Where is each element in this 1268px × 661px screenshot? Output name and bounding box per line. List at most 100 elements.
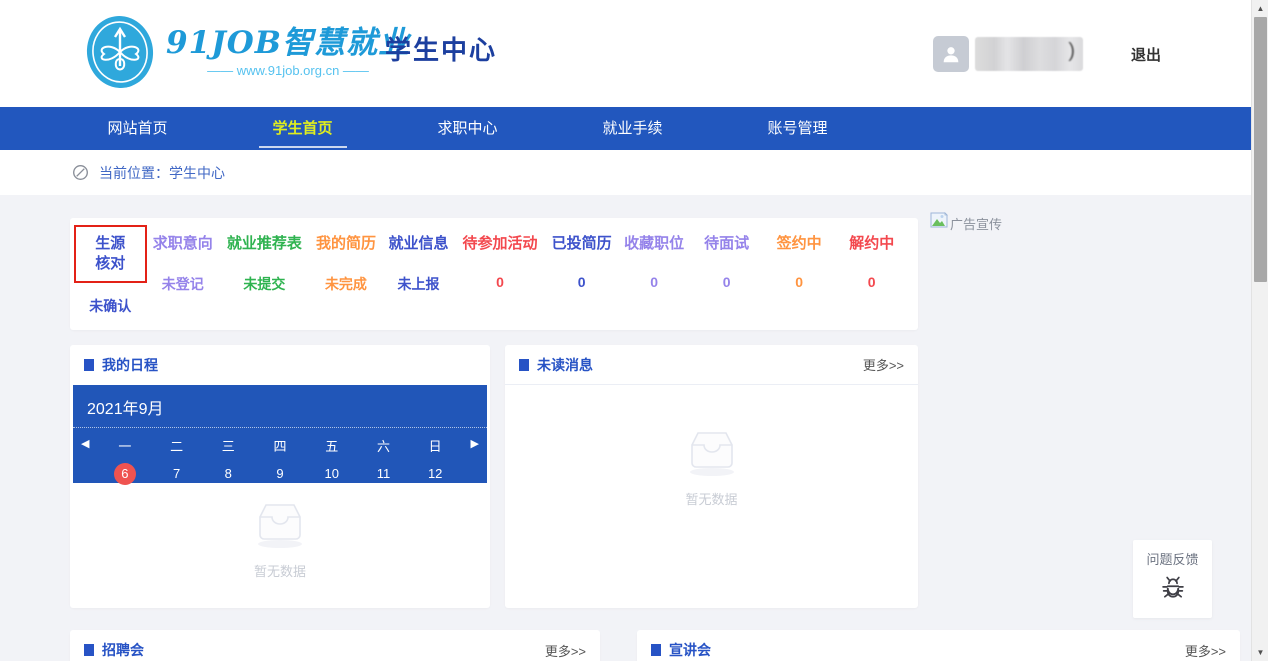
section-bullet-icon xyxy=(651,644,661,656)
status-col-submitted-resumes: 已投简历 0 xyxy=(545,234,618,316)
ad-alt-text: 广告宣传 xyxy=(950,214,1002,233)
status-value-terminating[interactable]: 0 xyxy=(835,274,908,290)
selected-date-badge: 6 xyxy=(114,463,136,485)
ad-banner-broken-image[interactable]: 广告宣传 xyxy=(930,212,1002,233)
nav-item-label: 学生首页 xyxy=(272,120,332,137)
status-label-my-resume[interactable]: 我的简历 xyxy=(316,234,376,254)
schedule-empty-state: 暂无数据 xyxy=(70,499,490,580)
calendar-date-row: 6 7 8 9 10 11 12 xyxy=(99,463,461,485)
status-label-favorite-jobs[interactable]: 收藏职位 xyxy=(624,234,684,254)
calendar-date-selected[interactable]: 6 xyxy=(99,463,151,485)
scroll-down-arrow[interactable]: ▼ xyxy=(1252,644,1268,661)
status-value-employment-info[interactable]: 未上报 xyxy=(382,274,455,294)
scroll-up-arrow[interactable]: ▲ xyxy=(1252,0,1268,17)
redacted-mark: ) xyxy=(1068,40,1075,63)
calendar-date[interactable]: 11 xyxy=(358,463,410,485)
status-value-source-check[interactable]: 未确认 xyxy=(74,296,147,316)
logo-title: 91JOB智慧就业 xyxy=(166,26,410,60)
status-label-employment-info[interactable]: 就业信息 xyxy=(388,234,448,254)
status-col-employment-info: 就业信息 未上报 xyxy=(382,234,455,316)
weekday-thu: 四 xyxy=(254,436,306,455)
job-fair-card: 招聘会 更多>> xyxy=(70,630,600,661)
student-center-page: 91JOB智慧就业 —— www.91job.org.cn —— 学生中心 ) … xyxy=(0,0,1251,661)
status-col-my-resume: 我的简历 未完成 xyxy=(310,234,383,316)
status-value-submitted-resumes[interactable]: 0 xyxy=(545,274,618,290)
status-label-recommendation-form[interactable]: 就业推荐表 xyxy=(227,234,302,254)
user-icon xyxy=(940,43,962,65)
compass-icon xyxy=(72,164,89,181)
status-col-signing: 签约中 0 xyxy=(763,234,836,316)
info-session-more-link[interactable]: 更多>> xyxy=(1185,641,1226,660)
calendar: 2021年9月 一 二 三 四 五 六 日 6 7 8 xyxy=(73,385,487,483)
vertical-scrollbar[interactable]: ▲ ▼ xyxy=(1251,0,1268,661)
nav-item-employment-procedures[interactable]: 就业手续 xyxy=(550,107,715,150)
status-label-pending-interviews[interactable]: 待面试 xyxy=(704,234,749,254)
weekday-sun: 日 xyxy=(409,436,461,455)
page-title: 学生中心 xyxy=(385,30,497,67)
messages-title: 未读消息 xyxy=(537,355,593,375)
info-session-card: 宣讲会 更多>> xyxy=(637,630,1240,661)
avatar[interactable] xyxy=(933,36,969,72)
calendar-grid: 一 二 三 四 五 六 日 6 7 8 9 10 11 xyxy=(73,428,487,485)
weekday-fri: 五 xyxy=(306,436,358,455)
status-label-job-intention[interactable]: 求职意向 xyxy=(153,234,213,254)
nav-item-site-home[interactable]: 网站首页 xyxy=(55,107,220,150)
status-value-recommendation-form[interactable]: 未提交 xyxy=(219,274,310,294)
status-value-pending-interviews[interactable]: 0 xyxy=(690,274,763,290)
calendar-next-arrow[interactable]: ▶ xyxy=(471,437,479,450)
bug-icon xyxy=(1158,574,1188,602)
messages-empty-state: 暂无数据 xyxy=(505,427,918,508)
messages-more-link[interactable]: 更多>> xyxy=(863,355,904,374)
nav-item-student-home[interactable]: 学生首页 xyxy=(220,107,385,150)
weekday-mon: 一 xyxy=(99,436,151,455)
site-header: 91JOB智慧就业 —— www.91job.org.cn —— 学生中心 ) … xyxy=(0,0,1251,107)
status-row: 生源核对 未确认 求职意向 未登记 就业推荐表 未提交 我的简历 未完成 就业信… xyxy=(74,234,908,316)
section-bullet-icon xyxy=(84,359,94,371)
weekday-wed: 三 xyxy=(202,436,254,455)
messages-card: 未读消息 更多>> 暂无数据 xyxy=(505,345,918,608)
empty-inbox-icon xyxy=(680,427,744,479)
calendar-date[interactable]: 10 xyxy=(306,463,358,485)
section-bullet-icon xyxy=(84,644,94,656)
feedback-label: 问题反馈 xyxy=(1133,549,1212,568)
site-logo[interactable]: 91JOB智慧就业 —— www.91job.org.cn —— xyxy=(84,14,410,90)
status-label-source-check[interactable]: 生源核对 xyxy=(74,225,147,283)
schedule-card: 我的日程 2021年9月 一 二 三 四 五 六 日 6 xyxy=(70,345,490,608)
username-redacted: ) xyxy=(975,37,1083,71)
main-content: 生源核对 未确认 求职意向 未登记 就业推荐表 未提交 我的简历 未完成 就业信… xyxy=(0,195,1251,661)
calendar-month: 2021年9月 xyxy=(73,385,487,427)
status-label-signing[interactable]: 签约中 xyxy=(777,234,822,254)
weekday-tue: 二 xyxy=(151,436,203,455)
calendar-date[interactable]: 9 xyxy=(254,463,306,485)
status-value-favorite-jobs[interactable]: 0 xyxy=(618,274,691,290)
status-label-pending-activities[interactable]: 待参加活动 xyxy=(463,234,538,254)
status-value-job-intention[interactable]: 未登记 xyxy=(147,274,220,294)
logo-url: —— www.91job.org.cn —— xyxy=(207,63,369,78)
status-col-source-check: 生源核对 未确认 xyxy=(74,234,147,316)
status-col-pending-interviews: 待面试 0 xyxy=(690,234,763,316)
main-nav: 网站首页 学生首页 求职中心 就业手续 账号管理 xyxy=(0,107,1251,150)
logout-button[interactable]: 退出 xyxy=(1131,44,1161,65)
scrollbar-thumb[interactable] xyxy=(1254,17,1267,282)
status-label-submitted-resumes[interactable]: 已投简历 xyxy=(552,234,612,254)
empty-text: 暂无数据 xyxy=(685,489,737,508)
nav-item-account-management[interactable]: 账号管理 xyxy=(715,107,880,150)
calendar-prev-arrow[interactable]: ◀ xyxy=(81,437,89,450)
job-fair-header: 招聘会 更多>> xyxy=(70,630,600,661)
nav-item-job-center[interactable]: 求职中心 xyxy=(385,107,550,150)
calendar-date[interactable]: 8 xyxy=(202,463,254,485)
feedback-widget[interactable]: 问题反馈 xyxy=(1133,540,1212,618)
status-label-terminating[interactable]: 解约中 xyxy=(849,234,894,254)
status-value-signing[interactable]: 0 xyxy=(763,274,836,290)
calendar-date[interactable]: 12 xyxy=(409,463,461,485)
user-area: ) 退出 xyxy=(933,36,1161,72)
breadcrumb: 当前位置：学生中心 xyxy=(0,150,1251,195)
status-value-pending-activities[interactable]: 0 xyxy=(455,274,546,290)
status-col-job-intention: 求职意向 未登记 xyxy=(147,234,220,316)
active-tab-underline xyxy=(259,146,347,148)
calendar-date[interactable]: 7 xyxy=(151,463,203,485)
status-value-my-resume[interactable]: 未完成 xyxy=(310,274,383,294)
job-fair-title: 招聘会 xyxy=(102,640,144,660)
job-fair-more-link[interactable]: 更多>> xyxy=(545,641,586,660)
messages-header: 未读消息 更多>> xyxy=(505,345,918,385)
